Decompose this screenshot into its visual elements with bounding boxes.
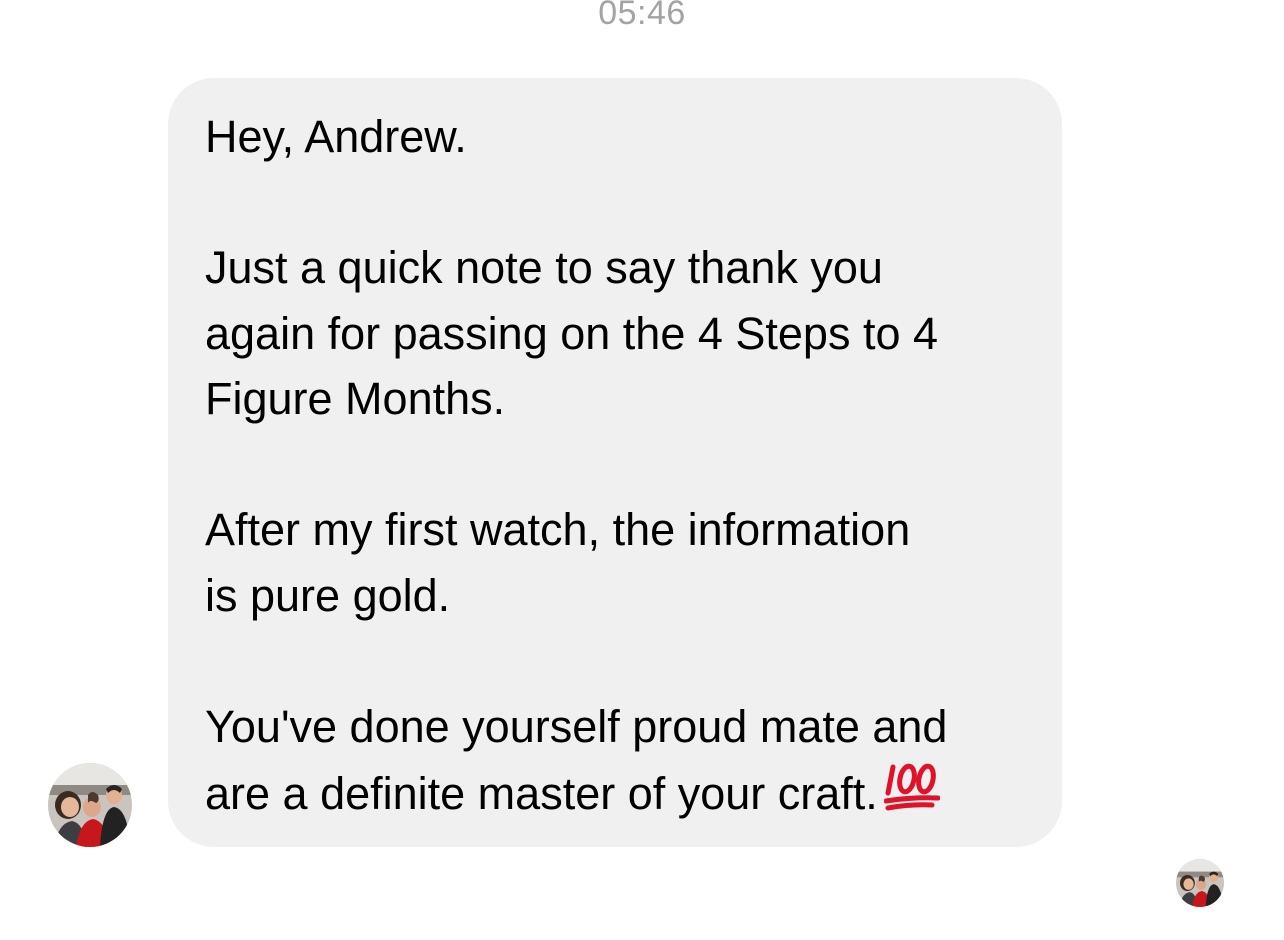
read-receipt-avatar [1176,859,1224,907]
message-paragraph-last-text: You've done yourself proud mate and are … [205,700,948,820]
message-bubble[interactable]: Hey, Andrew. Just a quick note to say th… [168,78,1062,847]
message-paragraph: After my first watch, the information is… [205,504,911,621]
message-paragraph: Hey, Andrew. [205,111,467,162]
hundred-points-icon [883,759,941,811]
group-photo-avatar [48,763,132,847]
group-photo-avatar [1176,859,1224,907]
sender-avatar[interactable] [48,763,132,847]
message-paragraph: Just a quick note to say thank you again… [205,242,939,424]
chat-thread: 05:46 Hey, Andrew. Just a quick note to … [0,0,1284,940]
message-paragraph-last: You've done yourself proud mate and are … [205,694,1026,827]
message-timestamp: 05:46 [598,0,686,32]
